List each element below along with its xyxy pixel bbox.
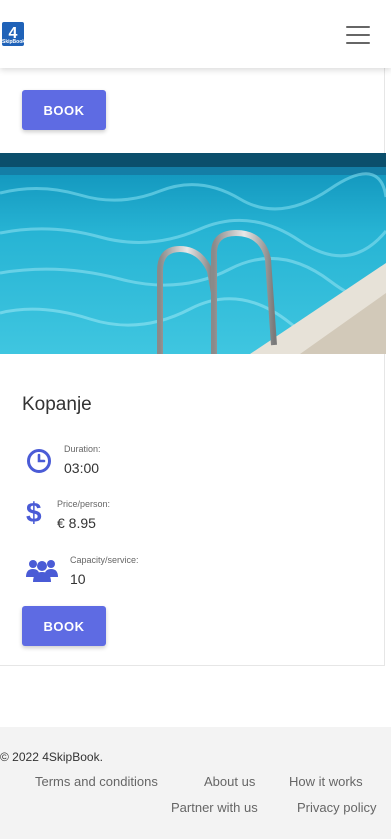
service-image [0, 153, 386, 354]
book-button-previous[interactable]: BOOK [22, 90, 106, 130]
partner-link[interactable]: Partner with us [171, 800, 258, 815]
users-icon [26, 560, 58, 582]
price-label: Price/person: [57, 499, 111, 509]
top-navbar: 4 SkipBook [0, 0, 391, 68]
how-it-works-link[interactable]: How it works [289, 774, 363, 789]
about-link[interactable]: About us [204, 774, 255, 789]
duration-value: 03:00 [64, 460, 100, 476]
logo-subtext: SkipBook [2, 39, 26, 45]
privacy-link[interactable]: Privacy policy [297, 800, 376, 815]
service-card: Kopanje Duration: 03:00 $ Price/person: … [0, 354, 385, 666]
brand-logo[interactable]: 4 SkipBook [2, 22, 26, 46]
clock-icon [27, 449, 51, 473]
hamburger-menu-icon[interactable] [346, 26, 370, 44]
footer: © 2022 4SkipBook. Terms and conditions A… [0, 727, 391, 839]
price-value: € 8.95 [57, 515, 96, 531]
capacity-value: 10 [70, 571, 86, 587]
dollar-icon: $ [26, 497, 42, 528]
capacity-label: Capacity/service: [70, 555, 139, 565]
book-button[interactable]: BOOK [22, 606, 106, 646]
previous-service-card: BOOK [0, 68, 385, 154]
copyright: © 2022 4SkipBook. [0, 750, 103, 764]
duration-label: Duration: [64, 444, 101, 454]
service-title: Kopanje [22, 394, 92, 415]
pool-photo [0, 153, 386, 354]
terms-link[interactable]: Terms and conditions [35, 774, 158, 789]
